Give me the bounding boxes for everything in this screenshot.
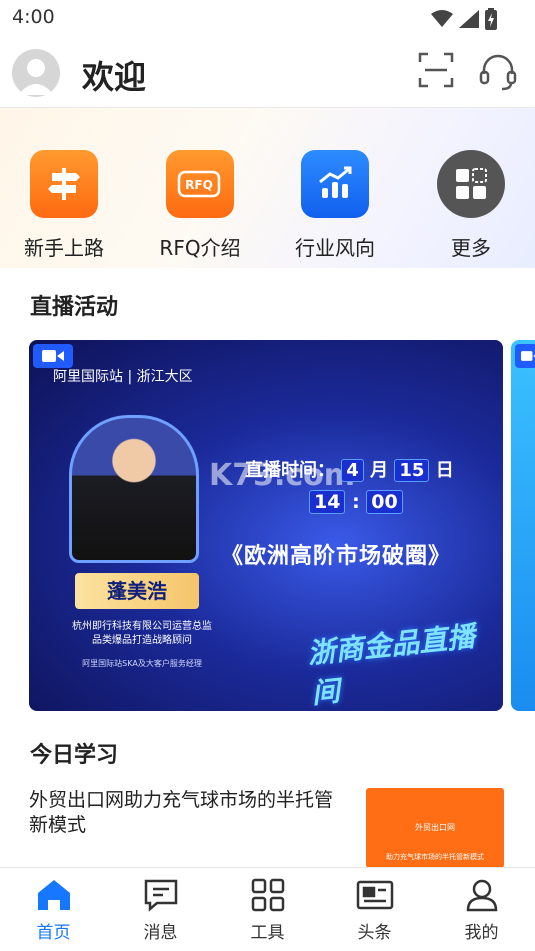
live-time-prefix: 直播时间： (245, 460, 335, 481)
message-icon (144, 879, 177, 912)
article-thumbnail[interactable]: 外贸出口网 助力充气球市场的半托管新模式 (366, 788, 504, 868)
default-avatar-icon (18, 59, 54, 95)
shortcut-industry-trend[interactable]: 行业风向 (280, 150, 390, 261)
nav-label: 头条 (357, 923, 392, 943)
shortcut-more[interactable]: 更多 (416, 150, 526, 261)
speaker-title-1: 杭州即行科技有限公司运营总监 (72, 621, 212, 632)
page-title: 欢迎 (82, 58, 147, 96)
speaker-title-2: 品类爆品打造战略顾问 (92, 635, 192, 646)
grid-more-icon (437, 150, 505, 218)
shortcut-rfq[interactable]: RFQ RFQ介绍 (145, 150, 255, 261)
user-avatar[interactable] (12, 49, 60, 97)
status-time: 4:00 (12, 6, 55, 28)
status-icons (431, 8, 497, 30)
speaker-portrait (69, 415, 199, 563)
live-day-unit: 日 (435, 460, 454, 481)
nav-home[interactable]: 首页 (0, 868, 107, 951)
news-icon (356, 880, 393, 910)
shortcut-newbie[interactable]: 新手上路 (9, 150, 119, 261)
svg-text:RFQ: RFQ (185, 178, 213, 192)
scan-button[interactable] (418, 52, 458, 92)
bar-chart-trend-icon (301, 150, 369, 218)
rfq-icon: RFQ (166, 150, 234, 218)
headset-icon (479, 54, 517, 91)
thumb-title: 外贸出口网 (415, 823, 455, 832)
app-screen: 4:00 欢迎 新手上路 RFQ RFQ介绍 行业风向 更多 直播活动 阿里国际… (0, 0, 535, 951)
study-section-title: 今日学习 (30, 743, 119, 768)
scan-icon (418, 52, 454, 88)
status-bar: 4:00 (0, 0, 535, 36)
shortcut-label: 行业风向 (295, 236, 375, 260)
banner-brand: 阿里国际站 | 浙江大区 (53, 369, 193, 385)
live-month-unit: 月 (370, 460, 389, 481)
live-clock: 14 : 00 (309, 490, 403, 514)
nav-label: 首页 (36, 923, 71, 943)
shortcut-label: 新手上路 (24, 236, 104, 260)
nav-tools[interactable]: 工具 (214, 868, 321, 951)
nav-headlines[interactable]: 头条 (321, 868, 428, 951)
shortcut-label: RFQ介绍 (159, 236, 241, 260)
customer-service-button[interactable] (478, 52, 518, 92)
nav-label: 我的 (464, 923, 499, 943)
live-month: 4 (341, 459, 364, 482)
nav-profile[interactable]: 我的 (428, 868, 535, 951)
profile-icon (466, 879, 497, 912)
live-time: 直播时间： 4 月 15 日 (245, 456, 454, 482)
video-icon (515, 344, 535, 368)
live-hour: 14 (309, 490, 346, 514)
next-banner-peek[interactable] (511, 340, 535, 711)
video-icon (33, 344, 73, 368)
live-minute: 00 (366, 490, 403, 514)
home-icon (37, 880, 70, 910)
live-section-title: 直播活动 (30, 295, 119, 320)
speaker-name: 蓬美浩 (75, 573, 199, 609)
app-header: 欢迎 (0, 36, 535, 108)
live-slogan: 浙商金品直播间 (305, 619, 477, 710)
wifi-icon (431, 10, 453, 27)
shortcut-label: 更多 (451, 236, 491, 260)
nav-messages[interactable]: 消息 (107, 868, 214, 951)
bottom-nav: 首页 消息 工具 头条 我的 (0, 867, 535, 951)
tools-grid-icon (251, 878, 284, 912)
live-day: 15 (394, 459, 430, 482)
live-banner[interactable]: 阿里国际站 | 浙江大区 K73.com 直播时间： 4 月 15 日 14 :… (29, 340, 503, 711)
article-title[interactable]: 外贸出口网助力充气球市场的半托管新模式 (29, 788, 349, 838)
signpost-icon (30, 150, 98, 218)
live-headline: 《欧洲高阶市场破圈》 (221, 544, 452, 569)
signal-icon (459, 10, 479, 28)
battery-icon (485, 8, 497, 30)
nav-label: 工具 (250, 923, 285, 943)
speaker-title-3: 阿里国际站SKA及大客户服务经理 (82, 659, 202, 668)
thumb-subtitle: 助力充气球市场的半托管新模式 (386, 853, 484, 861)
speaker-company: 杭州即行科技有限公司运营总监 品类爆品打造战略顾问 (57, 620, 227, 648)
nav-label: 消息 (143, 923, 178, 943)
